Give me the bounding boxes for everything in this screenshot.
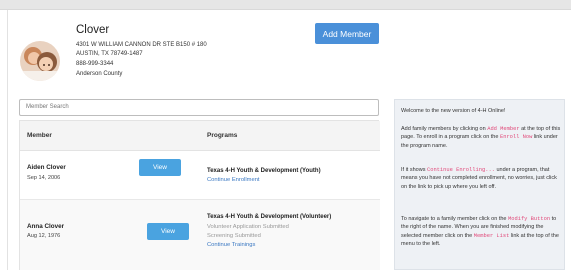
member-name: Anna Clover: [27, 223, 65, 230]
continue-enrolling-code: Continue Enrolling...: [426, 167, 495, 173]
family-name: Clover: [76, 24, 110, 36]
continue-enrollment-link[interactable]: Continue Enrollment: [207, 177, 260, 183]
table-header: Member Programs: [20, 121, 380, 151]
table-row: Anna Clover Aug 12, 1976 View Texas 4-H …: [20, 200, 380, 270]
add-member-code: Add Member: [487, 126, 520, 132]
info-paragraph-add: Add family members by clicking on Add Me…: [401, 126, 561, 149]
add-member-button[interactable]: Add Member: [315, 23, 379, 44]
table-row: Aiden Clover Sep 14, 2006 View Texas 4-H…: [20, 151, 380, 200]
program-name: Texas 4-H Youth & Development (Youth): [207, 168, 321, 174]
continue-trainings-link[interactable]: Continue Trainings: [207, 242, 255, 248]
info-panel: Welcome to the new version of 4-H Online…: [394, 99, 565, 270]
program-name: Texas 4-H Youth & Development (Volunteer…: [207, 214, 332, 220]
view-member-button[interactable]: View: [139, 159, 181, 176]
county-name: Anderson County: [76, 71, 123, 77]
info-paragraph-navigate: To navigate to a family member click on …: [401, 216, 559, 248]
member-list-code: Member List: [473, 232, 510, 239]
members-table: Member Programs Aiden Clover Sep 14, 200…: [19, 120, 380, 270]
enroll-now-code: Enroll Now: [499, 134, 533, 141]
member-birthdate: Aug 12, 1976: [27, 233, 61, 239]
member-birthdate: Sep 14, 2006: [27, 175, 61, 181]
column-header-member: Member: [27, 132, 52, 139]
phone-number: 888-999-3344: [76, 61, 114, 67]
view-member-button[interactable]: View: [147, 223, 189, 240]
program-status: Volunteer Application Submitted: [207, 224, 289, 230]
address-line-1: 4301 W WILLIAM CANNON DR STE B150 # 180: [76, 42, 207, 48]
address-line-2: AUSTIN, TX 78749-1487: [76, 51, 143, 57]
info-paragraph-continue: If it shows Continue Enrolling... under …: [401, 167, 557, 190]
top-bar: [0, 0, 571, 10]
welcome-text: Welcome to the new version of 4-H Online…: [401, 108, 506, 114]
column-header-programs: Programs: [207, 132, 238, 139]
member-name: Aiden Clover: [27, 164, 66, 171]
modify-button-code: Modify Button: [508, 216, 551, 222]
member-search-input[interactable]: Member Search: [19, 99, 379, 116]
family-avatar: [20, 41, 60, 81]
family-photo-icon: [20, 41, 60, 81]
program-status: Screening Submitted: [207, 233, 261, 239]
